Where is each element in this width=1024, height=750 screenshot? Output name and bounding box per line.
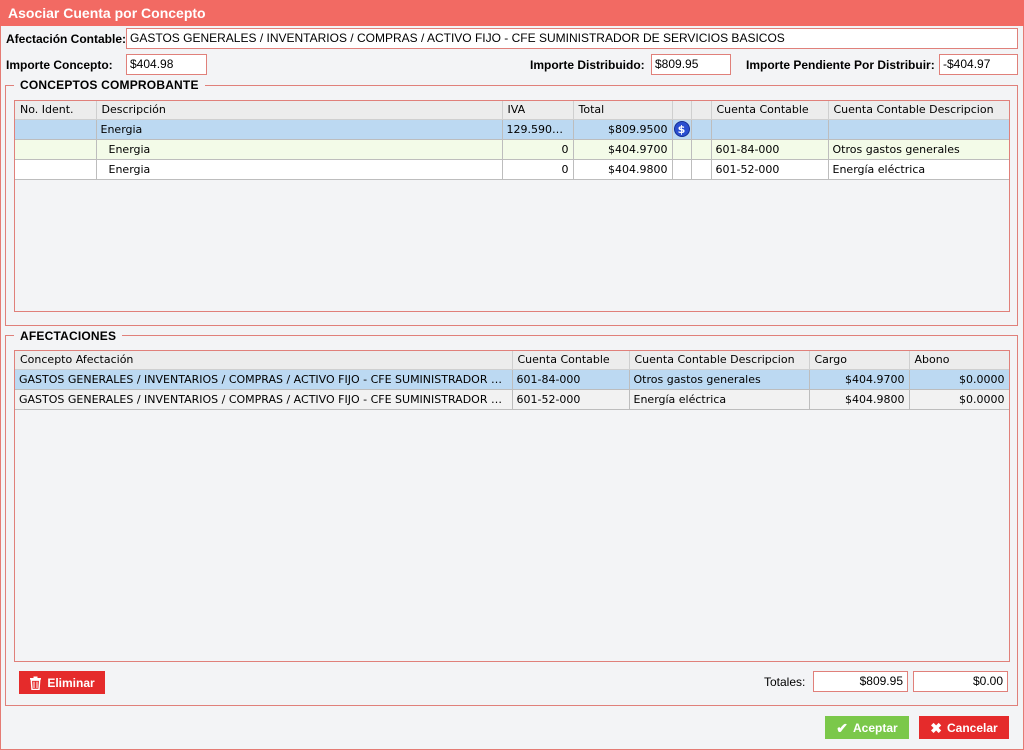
cell-extra: [691, 159, 712, 180]
aceptar-button[interactable]: ✔ Aceptar: [825, 716, 909, 739]
afectacion-field[interactable]: GASTOS GENERALES / INVENTARIOS / COMPRAS…: [126, 28, 1018, 49]
cell-extra: [691, 119, 712, 140]
cell-cuenta: 601-84-000: [711, 139, 829, 160]
cell-total: $404.9800: [573, 159, 673, 180]
eliminar-button[interactable]: Eliminar: [19, 671, 105, 694]
table-row[interactable]: GASTOS GENERALES / INVENTARIOS / COMPRAS…: [15, 389, 1009, 410]
col-abono[interactable]: Abono: [909, 351, 1009, 370]
cell-cuenta-desc: Energía eléctrica: [828, 159, 1009, 180]
cell-no-ident: [15, 119, 97, 140]
cell-no-ident: [15, 159, 97, 180]
col-cuenta[interactable]: Cuenta Contable: [512, 351, 630, 370]
importe-distribuido-label: Importe Distribuido:: [530, 58, 645, 72]
cell-cuenta: [711, 119, 829, 140]
col-descripcion[interactable]: Descripción: [96, 101, 503, 120]
cell-cuenta: 601-52-000: [512, 389, 630, 410]
trash-icon: [30, 676, 42, 690]
importe-concepto-label: Importe Concepto:: [6, 58, 113, 72]
conceptos-header-row: No. Ident. Descripción IVA Total Cuenta …: [15, 101, 1009, 120]
aceptar-label: Aceptar: [853, 720, 898, 735]
cell-cuenta: 601-84-000: [512, 369, 630, 390]
table-row[interactable]: GASTOS GENERALES / INVENTARIOS / COMPRAS…: [15, 369, 1009, 390]
afectaciones-grid[interactable]: Concepto Afectación Cuenta Contable Cuen…: [14, 350, 1010, 662]
totales-label: Totales:: [764, 675, 806, 689]
eliminar-label: Eliminar: [47, 675, 95, 690]
cell-concepto: GASTOS GENERALES / INVENTARIOS / COMPRAS…: [15, 389, 513, 410]
cell-concepto: GASTOS GENERALES / INVENTARIOS / COMPRAS…: [15, 369, 513, 390]
cell-icon: [672, 159, 692, 180]
cell-cargo: $404.9800: [809, 389, 910, 410]
col-concepto-afectacion[interactable]: Concepto Afectación: [15, 351, 513, 370]
col-iva[interactable]: IVA: [502, 101, 574, 120]
cancelar-label: Cancelar: [947, 720, 998, 735]
cell-icon: [672, 139, 692, 160]
col-cuenta-desc[interactable]: Cuenta Contable Descripcion: [629, 351, 810, 370]
cell-extra: [691, 139, 712, 160]
cell-iva: 0: [502, 159, 574, 180]
col-cuenta-desc[interactable]: Cuenta Contable Descripcion: [828, 101, 1009, 120]
cell-iva: 129.5900...: [502, 119, 574, 140]
close-icon: ✖: [930, 719, 943, 736]
cell-cuenta-desc: Otros gastos generales: [629, 369, 810, 390]
cell-no-ident: [15, 139, 97, 160]
cell-cuenta-desc: [828, 119, 1009, 140]
window-title: Asociar Cuenta por Concepto: [0, 0, 1024, 26]
cancelar-button[interactable]: ✖ Cancelar: [919, 716, 1009, 739]
importe-pendiente-field[interactable]: -$404.97: [939, 54, 1018, 75]
conceptos-title: CONCEPTOS COMPROBANTE: [14, 78, 205, 92]
cell-descripcion: Energia: [96, 119, 503, 140]
cell-abono: $0.0000: [909, 369, 1009, 390]
cell-descripcion: Energia: [96, 159, 503, 180]
col-no-ident[interactable]: No. Ident.: [15, 101, 97, 120]
col-total[interactable]: Total: [573, 101, 673, 120]
total-abono-field[interactable]: $0.00: [913, 671, 1008, 692]
info-icon[interactable]: $: [673, 121, 690, 137]
cell-abono: $0.0000: [909, 389, 1009, 410]
col-cargo[interactable]: Cargo: [809, 351, 910, 370]
afectaciones-header-row: Concepto Afectación Cuenta Contable Cuen…: [15, 351, 1009, 370]
table-row[interactable]: Energia 0 $404.9800 601-52-000 Energía e…: [15, 159, 1009, 180]
total-cargo-field[interactable]: $809.95: [813, 671, 908, 692]
table-row[interactable]: Energia 129.5900... $809.9500 $: [15, 119, 1009, 140]
afectaciones-title: AFECTACIONES: [14, 329, 123, 343]
cell-total: $809.9500: [573, 119, 673, 140]
cell-cuenta: 601-52-000: [711, 159, 829, 180]
importe-concepto-field[interactable]: $404.98: [126, 54, 207, 75]
table-row[interactable]: Energia 0 $404.9700 601-84-000 Otros gas…: [15, 139, 1009, 160]
importe-pendiente-label: Importe Pendiente Por Distribuir:: [746, 58, 935, 72]
cell-descripcion: Energia: [96, 139, 503, 160]
cell-cargo: $404.9700: [809, 369, 910, 390]
afectacion-label: Afectación Contable:: [6, 32, 127, 46]
col-cuenta[interactable]: Cuenta Contable: [711, 101, 829, 120]
cell-iva: 0: [502, 139, 574, 160]
cell-cuenta-desc: Otros gastos generales: [828, 139, 1009, 160]
cell-icon[interactable]: $: [672, 119, 692, 140]
col-icon[interactable]: [672, 101, 692, 120]
importe-distribuido-field[interactable]: $809.95: [651, 54, 731, 75]
check-icon: ✔: [836, 719, 849, 736]
col-extra[interactable]: [691, 101, 712, 120]
cell-cuenta-desc: Energía eléctrica: [629, 389, 810, 410]
conceptos-grid[interactable]: No. Ident. Descripción IVA Total Cuenta …: [14, 100, 1010, 312]
cell-total: $404.9700: [573, 139, 673, 160]
